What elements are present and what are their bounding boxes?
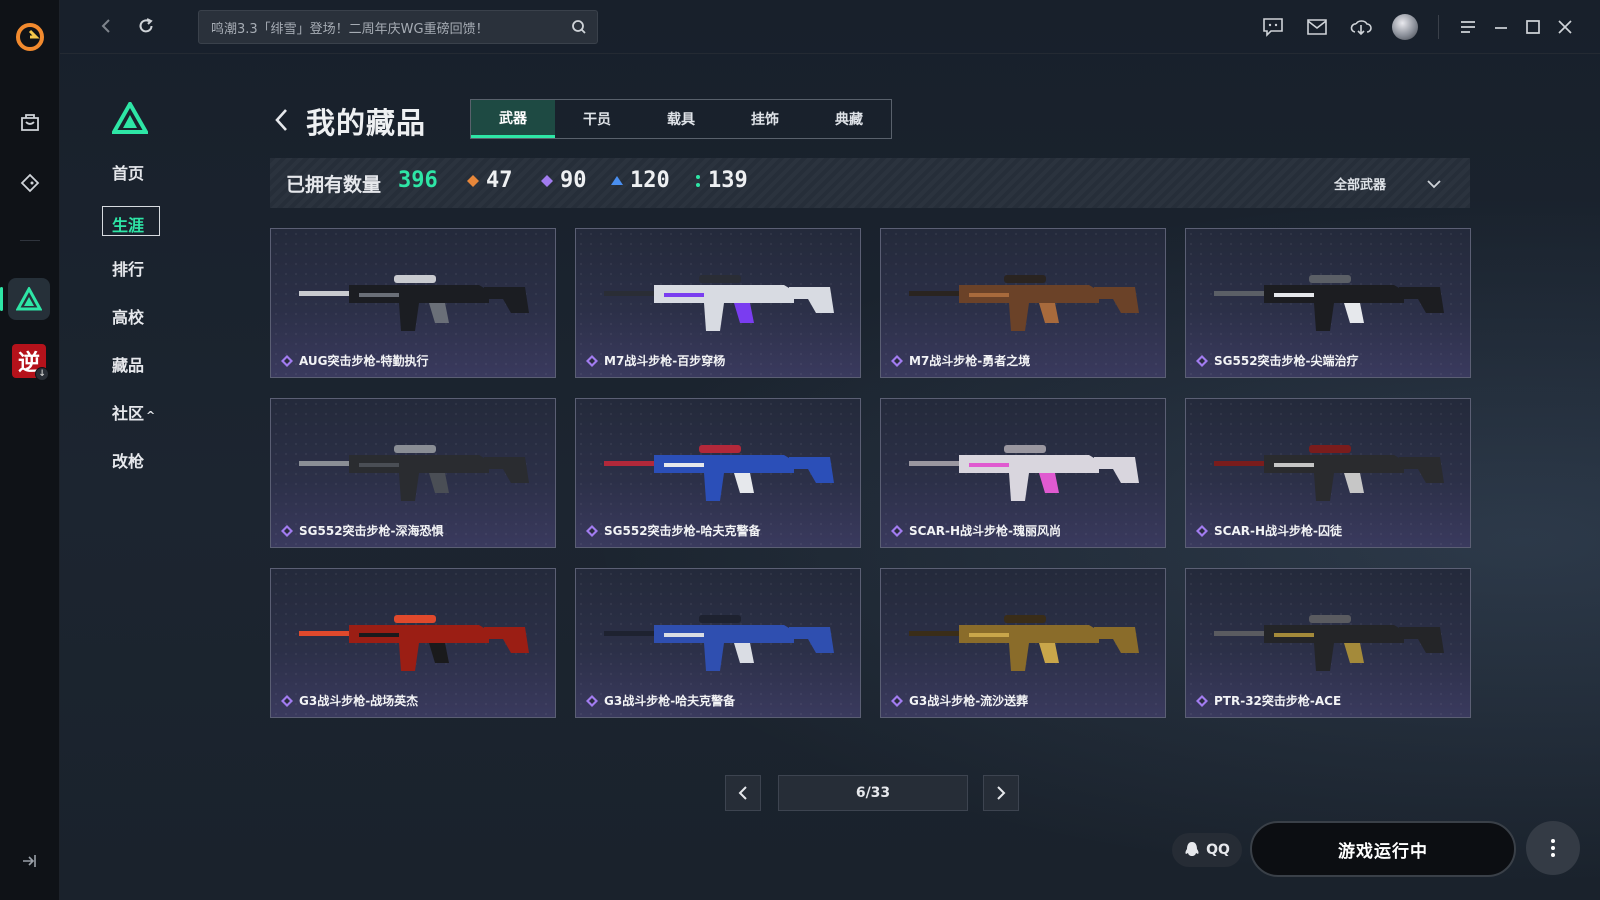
weapon-image [604, 615, 834, 671]
rarity-purple-icon [281, 524, 293, 537]
weapon-name-row: M7战斗步枪-勇者之境 [891, 352, 1030, 369]
rarity-purple-icon [891, 694, 903, 707]
green-dots-icon [696, 174, 700, 187]
chevron-down-icon [1427, 179, 1441, 188]
rarity-purple-icon [1196, 354, 1208, 367]
weapon-card[interactable]: SG552突击步枪-尖端治疗 [1185, 228, 1471, 378]
weapon-name-row: SG552突击步枪-尖端治疗 [1196, 352, 1359, 369]
weapon-card[interactable]: M7战斗步枪-百步穿杨 [575, 228, 861, 378]
weapon-card[interactable]: G3战斗步枪-哈夫克警备 [575, 568, 861, 718]
stat-blue-value: 120 [630, 168, 670, 193]
qq-status[interactable]: QQ [1172, 833, 1242, 867]
weapon-card[interactable]: SG552突击步枪-深海恐惧 [270, 398, 556, 548]
page-title: 我的藏品 [306, 106, 427, 140]
weapon-name-row: SG552突击步枪-深海恐惧 [281, 522, 444, 539]
rarity-purple-icon [1196, 694, 1208, 707]
weapon-card[interactable]: AUG突击步枪-特勤执行 [270, 228, 556, 378]
next-page-button[interactable] [983, 775, 1019, 811]
weapon-name-row: SCAR-H战斗步枪-囚徒 [1196, 522, 1342, 539]
weapon-card[interactable]: G3战斗步枪-战场英杰 [270, 568, 556, 718]
weapon-image [299, 615, 529, 671]
stat-green: 139 [694, 168, 748, 193]
rarity-purple-icon [1196, 524, 1208, 537]
purple-diamond-icon [541, 174, 553, 187]
chevron-right-icon [997, 786, 1006, 800]
tab-weapons[interactable]: 武器 [471, 100, 555, 138]
weapon-name: G3战斗步枪-哈夫克警备 [604, 694, 736, 708]
weapon-card[interactable]: SCAR-H战斗步枪-瑰丽风尚 [880, 398, 1166, 548]
owned-count: 396 [398, 168, 438, 193]
tab-vehicles[interactable]: 载具 [639, 100, 723, 138]
back-arrow-icon[interactable] [272, 106, 292, 138]
weapon-name-row: G3战斗步枪-战场英杰 [281, 692, 418, 709]
weapon-image [1214, 275, 1444, 331]
weapon-name-row: M7战斗步枪-百步穿杨 [586, 352, 725, 369]
weapon-name: PTR-32突击步枪-ACE [1214, 694, 1342, 708]
weapon-filter-dropdown[interactable]: 全部武器 [1334, 174, 1442, 193]
weapon-image [604, 445, 834, 501]
rarity-purple-icon [586, 354, 598, 367]
weapon-name: SG552突击步枪-哈夫克警备 [604, 524, 761, 538]
weapon-card[interactable]: PTR-32突击步枪-ACE [1185, 568, 1471, 718]
weapon-image [1214, 615, 1444, 671]
collection-content: 我的藏品 武器 干员 载具 挂饰 典藏 已拥有数量 396 47 90 120 … [0, 0, 1600, 900]
weapon-name-row: G3战斗步枪-流沙送葬 [891, 692, 1028, 709]
tab-collectibles[interactable]: 典藏 [807, 100, 891, 138]
blue-chevron-icon [611, 175, 623, 185]
weapon-name-row: SG552突击步枪-哈夫克警备 [586, 522, 761, 539]
stat-purple: 90 [540, 168, 587, 193]
stat-blue: 120 [610, 168, 670, 193]
owned-label: 已拥有数量 [286, 174, 382, 196]
rarity-purple-icon [891, 354, 903, 367]
orange-diamond-icon [467, 174, 479, 187]
prev-page-button[interactable] [725, 775, 761, 811]
weapon-name-row: G3战斗步枪-哈夫克警备 [586, 692, 735, 709]
stat-orange: 47 [466, 168, 513, 193]
weapon-card[interactable]: G3战斗步枪-流沙送葬 [880, 568, 1166, 718]
rarity-purple-icon [586, 524, 598, 537]
weapon-name: SG552突击步枪-深海恐惧 [299, 524, 444, 538]
stat-green-value: 139 [708, 168, 748, 193]
stat-purple-value: 90 [560, 168, 587, 193]
weapon-name: G3战斗步枪-战场英杰 [299, 694, 419, 708]
weapon-card[interactable]: SCAR-H战斗步枪-囚徒 [1185, 398, 1471, 548]
chevron-left-icon [738, 786, 747, 800]
weapon-name-row: SCAR-H战斗步枪-瑰丽风尚 [891, 522, 1061, 539]
rarity-purple-icon [891, 524, 903, 537]
category-tabs: 武器 干员 载具 挂饰 典藏 [470, 99, 892, 139]
weapon-name: M7战斗步枪-勇者之境 [909, 354, 1031, 368]
game-running-button[interactable]: 游戏运行中 [1250, 821, 1516, 877]
weapon-name-row: PTR-32突击步枪-ACE [1196, 692, 1341, 709]
qq-penguin-icon [1185, 842, 1199, 856]
weapon-image [604, 275, 834, 331]
weapon-name: SCAR-H战斗步枪-囚徒 [1214, 524, 1342, 538]
weapon-image [1214, 445, 1444, 501]
weapon-name: M7战斗步枪-百步穿杨 [604, 354, 726, 368]
weapon-image [909, 445, 1139, 501]
weapon-image [909, 615, 1139, 671]
rarity-purple-icon [281, 694, 293, 707]
weapon-name: SCAR-H战斗步枪-瑰丽风尚 [909, 524, 1061, 538]
more-options-button[interactable] [1526, 821, 1580, 875]
weapon-image [909, 275, 1139, 331]
tab-charms[interactable]: 挂饰 [723, 100, 807, 138]
weapon-card[interactable]: SG552突击步枪-哈夫克警备 [575, 398, 861, 548]
vertical-dots-icon [1551, 839, 1555, 857]
weapon-card[interactable]: M7战斗步枪-勇者之境 [880, 228, 1166, 378]
weapon-name: AUG突击步枪-特勤执行 [299, 354, 429, 368]
weapon-image [299, 275, 529, 331]
weapon-name: SG552突击步枪-尖端治疗 [1214, 354, 1359, 368]
stat-orange-value: 47 [486, 168, 513, 193]
weapon-image [299, 445, 529, 501]
rarity-purple-icon [586, 694, 598, 707]
rarity-purple-icon [281, 354, 293, 367]
tab-operators[interactable]: 干员 [555, 100, 639, 138]
weapon-name: G3战斗步枪-流沙送葬 [909, 694, 1029, 708]
qq-label: QQ [1206, 842, 1230, 858]
weapon-name-row: AUG突击步枪-特勤执行 [281, 352, 429, 369]
filter-label: 全部武器 [1333, 178, 1386, 193]
weapon-grid: AUG突击步枪-特勤执行 M7战斗步枪-百步穿杨 M7战斗步枪-勇者之境 SG552突… [270, 228, 1474, 718]
page-indicator: 6/33 [778, 775, 968, 811]
ownership-stats-bar: 已拥有数量 396 47 90 120 139 全部武器 [270, 158, 1470, 208]
